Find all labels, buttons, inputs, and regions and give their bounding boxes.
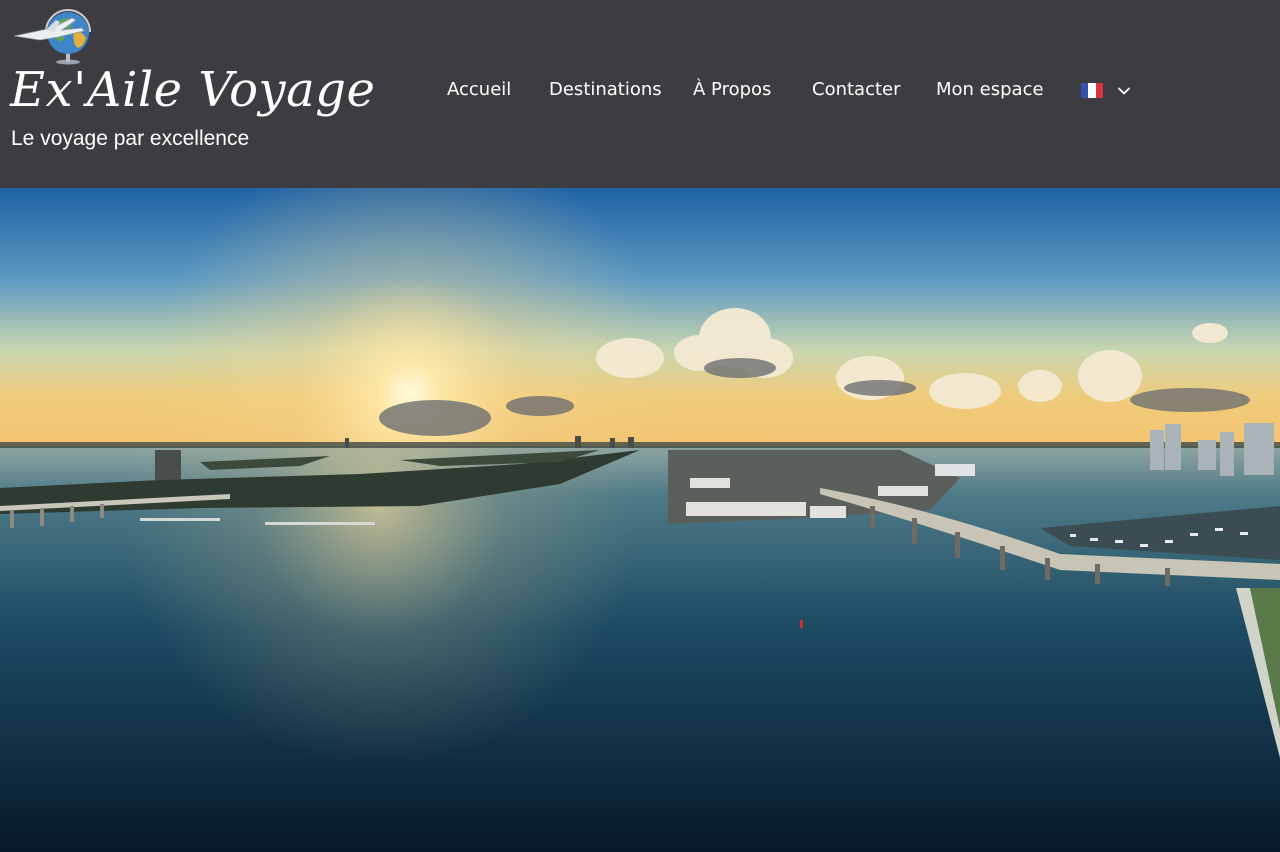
nav-mon-espace[interactable]: Mon espace: [936, 78, 1044, 102]
site-header: Ex'Aile Voyage Le voyage par excellence …: [0, 0, 1280, 188]
site-tagline: Le voyage par excellence: [11, 127, 250, 150]
language-switcher[interactable]: [1081, 82, 1133, 100]
nav-accueil[interactable]: Accueil: [447, 78, 511, 102]
nav-contacter[interactable]: Contacter: [812, 78, 901, 102]
hero-image: [0, 188, 1280, 852]
chevron-down-icon: [1118, 87, 1130, 95]
france-flag-icon: [1081, 83, 1103, 98]
nav-a-propos[interactable]: À Propos: [693, 78, 771, 102]
nav-destinations[interactable]: Destinations: [549, 78, 662, 102]
globe-airplane-logo-icon[interactable]: [12, 6, 96, 66]
